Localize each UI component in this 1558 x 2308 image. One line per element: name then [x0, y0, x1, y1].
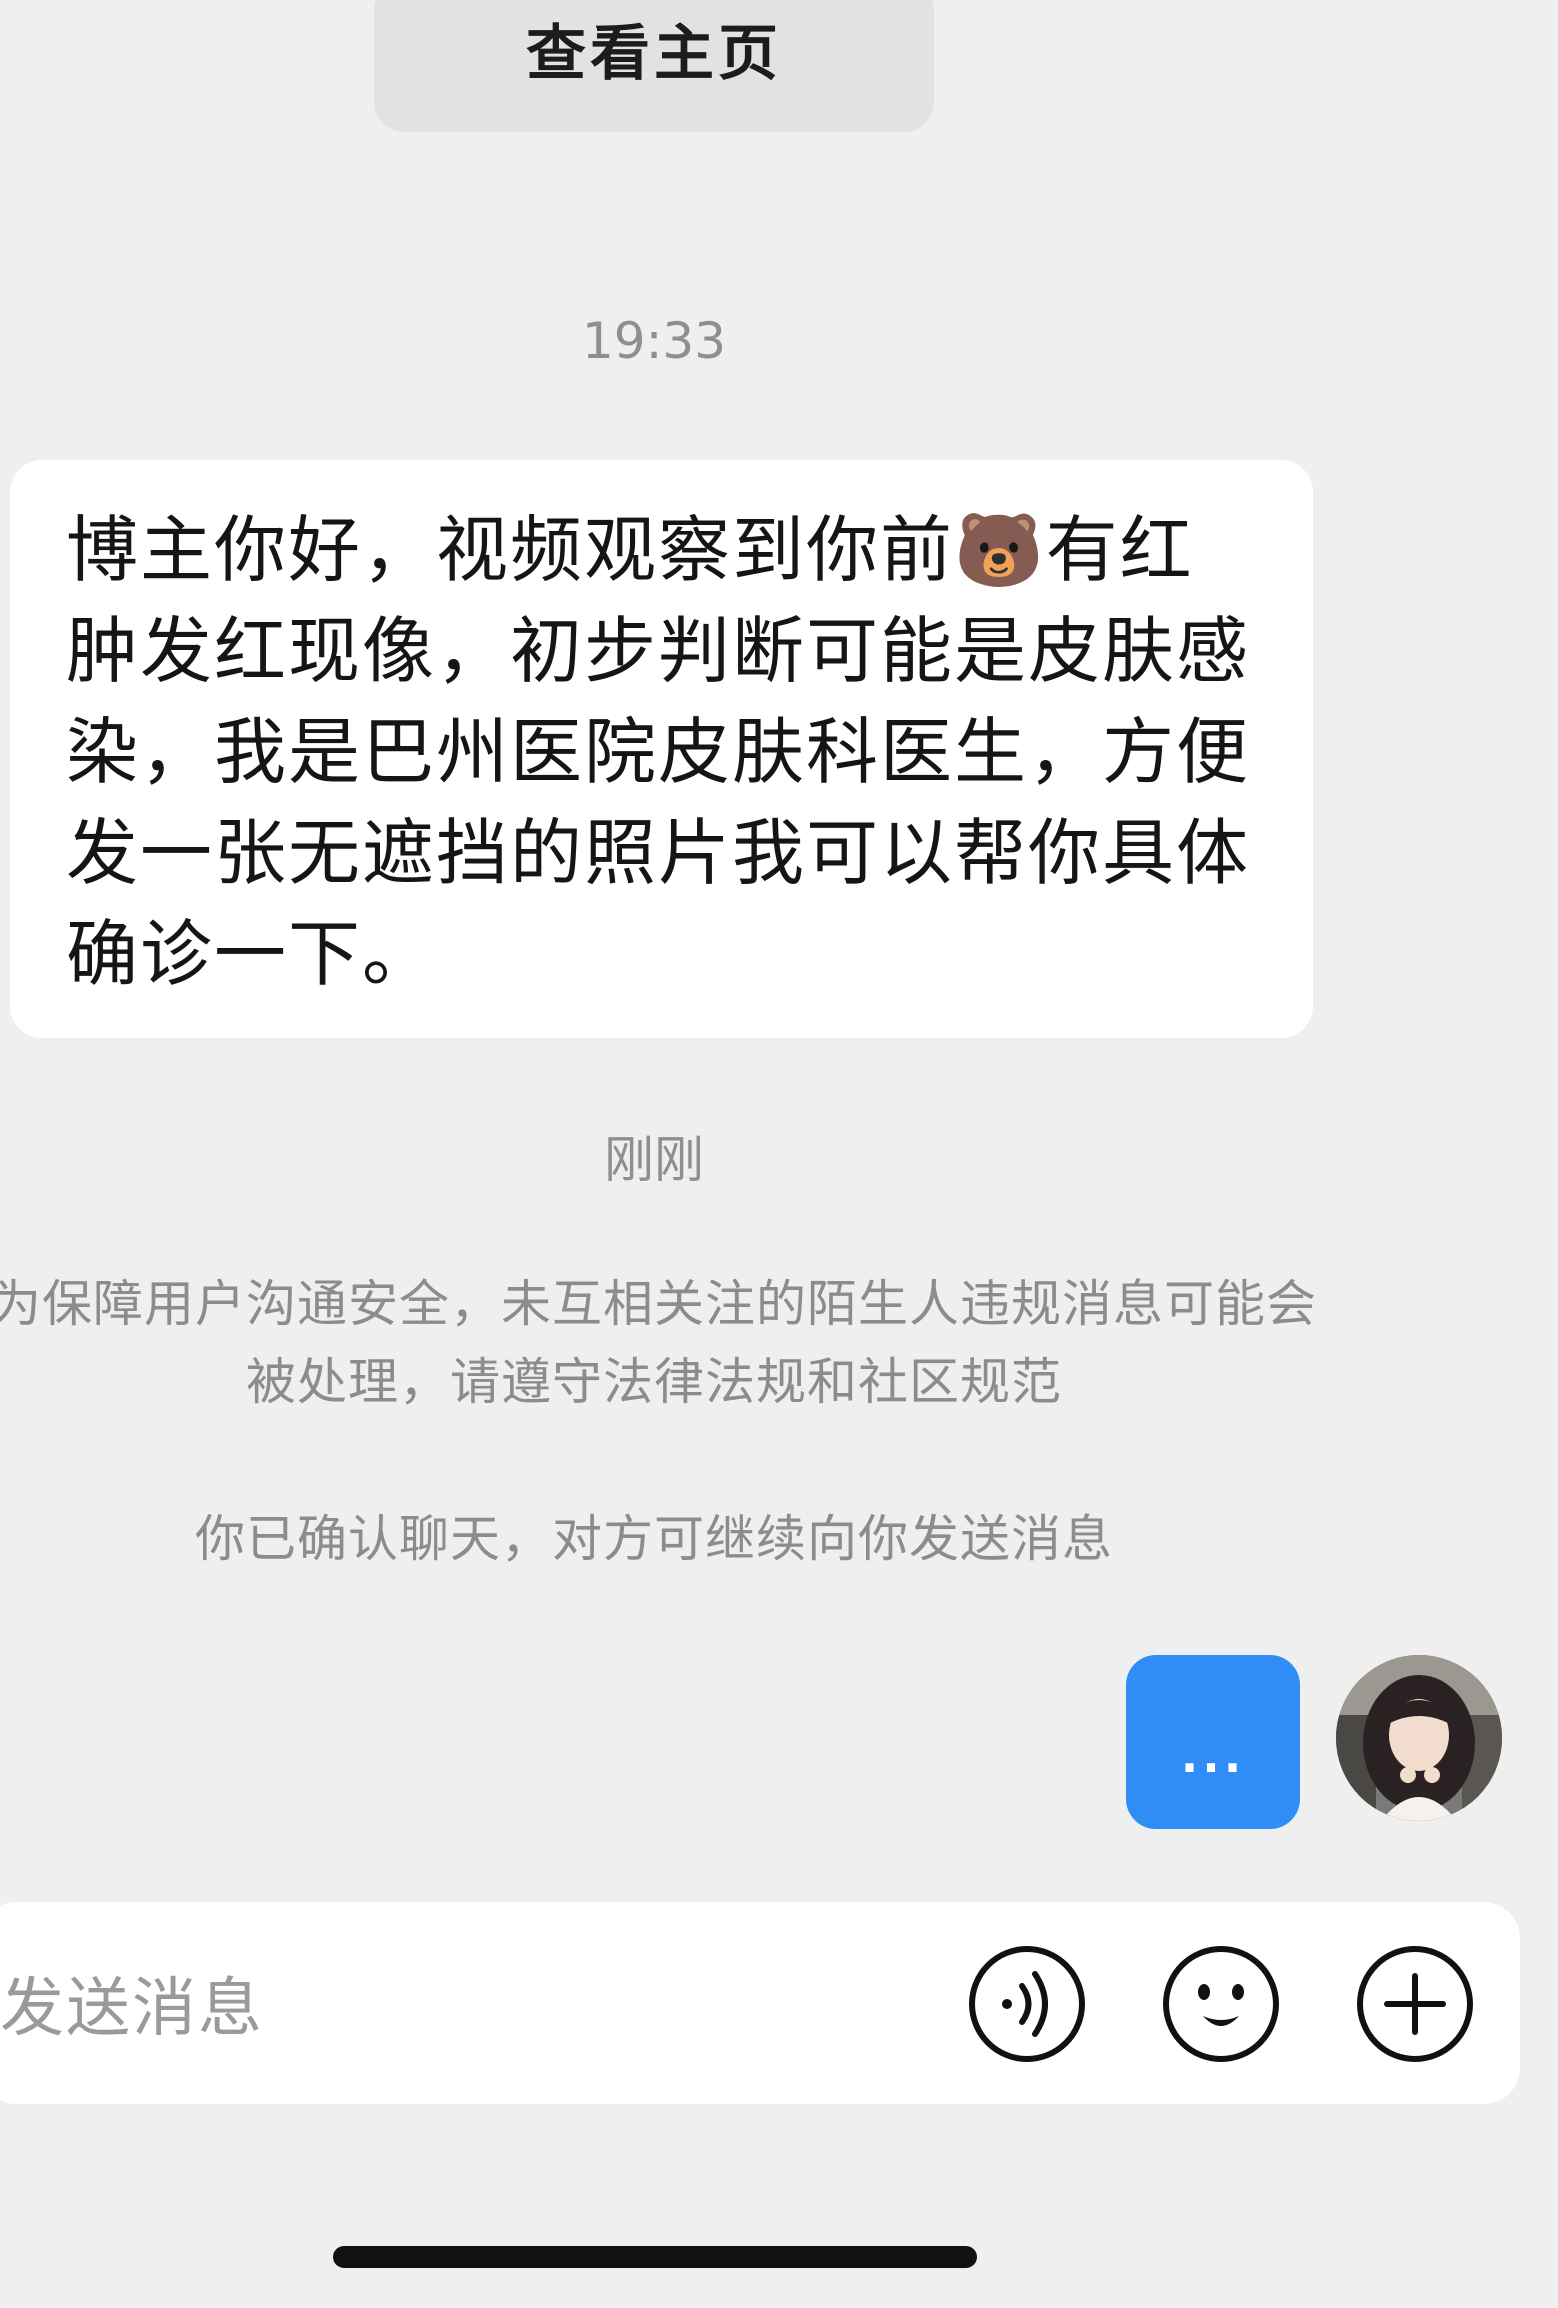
- chat-screen: 查看主页 19:33 博主你好，视频观察到你前🐻有红肿发红现像，初步判断可能是皮…: [0, 0, 1558, 2308]
- message-input[interactable]: 发送消息: [0, 1902, 264, 2104]
- view-profile-button[interactable]: 查看主页: [374, 0, 934, 132]
- plus-icon[interactable]: [1355, 1944, 1475, 2064]
- voice-icon[interactable]: [967, 1944, 1087, 2064]
- message-input-bar[interactable]: 发送消息: [0, 1902, 1520, 2104]
- incoming-message-text: 博主你好，视频观察到你前🐻有红肿发红现像，初步判断可能是皮肤感染，我是巴州医院皮…: [66, 508, 1251, 996]
- outgoing-message-text: ...: [1180, 1729, 1246, 1783]
- safety-notice: 为保障用户沟通安全，未互相关注的陌生人违规消息可能会被处理，请遵守法律法规和社区…: [0, 1275, 1317, 1411]
- message-timestamp: 19:33: [581, 312, 727, 370]
- incoming-message-bubble[interactable]: 博主你好，视频观察到你前🐻有红肿发红现像，初步判断可能是皮肤感染，我是巴州医院皮…: [10, 460, 1313, 1038]
- outgoing-message-bubble[interactable]: ...: [1126, 1655, 1300, 1829]
- avatar[interactable]: [1336, 1655, 1502, 1821]
- emoji-icon[interactable]: [1161, 1944, 1281, 2064]
- avatar-photo: [1336, 1655, 1502, 1821]
- view-profile-label: 查看主页: [526, 19, 782, 89]
- home-indicator[interactable]: [333, 2246, 977, 2268]
- message-timestamp-recent: 刚刚: [604, 1131, 704, 1189]
- chat-confirmed-notice: 你已确认聊天，对方可继续向你发送消息: [195, 1510, 1113, 1568]
